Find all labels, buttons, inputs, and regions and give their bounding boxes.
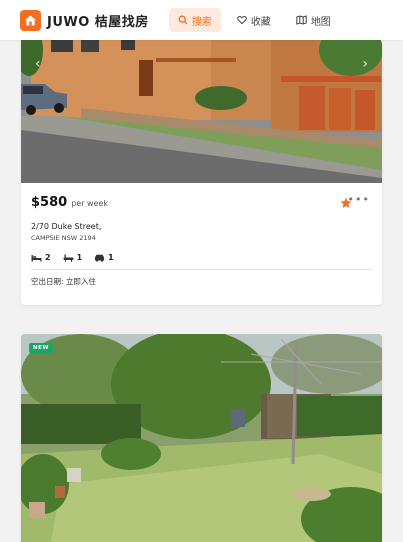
bathrooms-count: 1 (76, 253, 83, 262)
nav-search-label: 搜索 (191, 16, 212, 28)
listing-photo[interactable]: NEW (21, 334, 382, 542)
heart-icon (237, 16, 247, 25)
listing-info: $580 per week ••• 2/70 Duke Street, CAMP… (21, 183, 382, 287)
chevron-right-icon[interactable]: › (362, 56, 368, 72)
bedrooms-count: 2 (45, 253, 51, 262)
car-icon (95, 254, 105, 262)
available-date: 空出日期: 立即入住 (31, 277, 96, 286)
house-logo-icon (20, 9, 41, 31)
new-badge: NEW (29, 343, 53, 353)
listing-price: $580 (31, 195, 68, 210)
chevron-left-icon[interactable]: ‹ (35, 56, 41, 72)
map-icon (296, 15, 307, 25)
nav-map-label: 地图 (310, 16, 331, 28)
bath-icon (63, 254, 74, 262)
main-nav: 搜索 收藏 地图 (168, 8, 347, 32)
bed-icon (31, 254, 42, 261)
price-row: $580 per week (31, 195, 372, 210)
top-nav-bar: JUWO 桔屋找房 搜索 收藏 地图 (0, 0, 403, 40)
divider (31, 269, 372, 270)
listing-suburb: CAMPSIE NSW 2194 (31, 234, 96, 242)
parking-feature: 1 (94, 253, 114, 262)
listing-photo[interactable]: ‹ › (21, 20, 382, 183)
listing-card[interactable]: NEW (21, 334, 382, 542)
listing-features: 2 1 1 (31, 253, 372, 262)
parking-count: 1 (108, 253, 114, 262)
nav-favorites[interactable]: 收藏 (228, 8, 280, 32)
nav-search[interactable]: 搜索 (168, 8, 221, 32)
listing-street: 2/70 Duke Street, (31, 222, 102, 231)
brand-name: JUWO 桔屋找房 (47, 14, 149, 30)
listing-card[interactable]: ‹ › $580 per week ••• 2/70 Duke Street, … (21, 20, 382, 305)
brand-logo[interactable]: JUWO 桔屋找房 (20, 9, 149, 31)
search-icon (178, 15, 188, 25)
bathrooms-feature: 1 (63, 253, 83, 262)
price-unit: per week (71, 199, 109, 208)
more-options-icon[interactable]: ••• (348, 193, 370, 206)
bedrooms-feature: 2 (31, 253, 51, 262)
nav-map[interactable]: 地图 (287, 8, 340, 32)
nav-favorites-label: 收藏 (250, 16, 271, 28)
